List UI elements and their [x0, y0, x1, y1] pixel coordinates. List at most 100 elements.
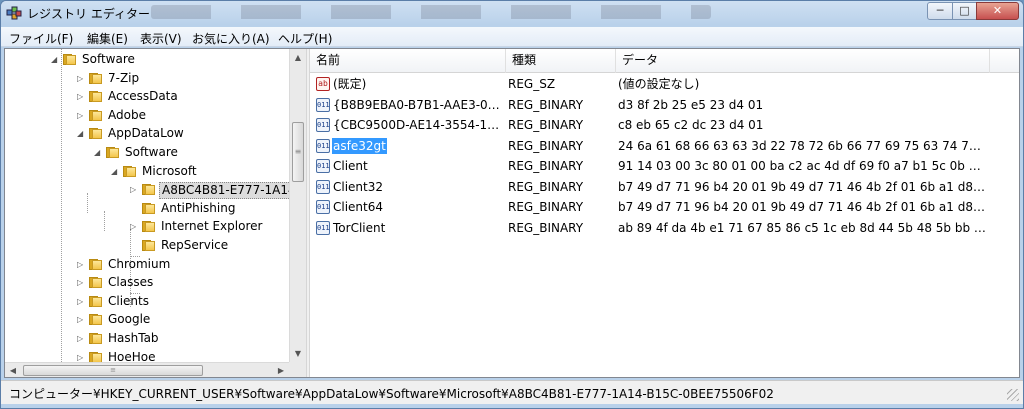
status-bar: コンピューター¥HKEY_CURRENT_USER¥Software¥AppDa… — [1, 380, 1023, 404]
expand-triangle-icon[interactable]: ▷ — [77, 93, 85, 101]
scroll-left-arrow-icon[interactable]: ◀ — [5, 363, 21, 377]
vertical-scroll-thumb[interactable]: ≡ — [292, 122, 304, 182]
folder-icon — [141, 201, 157, 215]
binary-value-icon: 011 — [316, 118, 330, 132]
collapse-triangle-icon[interactable]: ◢ — [94, 149, 102, 157]
collapse-triangle-icon[interactable]: ◢ — [51, 56, 59, 64]
expand-triangle-icon[interactable]: ▷ — [77, 260, 85, 269]
expand-triangle-icon — [130, 205, 138, 213]
expand-triangle-icon[interactable]: ▷ — [77, 353, 85, 362]
collapse-triangle-icon[interactable]: ◢ — [111, 167, 119, 176]
menu-favorites[interactable]: お気に入り(A) — [192, 30, 270, 47]
background-window-ghost — [151, 5, 711, 19]
editor-client-area: ◢ Software ▷ 7-Zip ▷ AccessData ▷ Adobe ◢ AppData… — [4, 48, 1020, 378]
value-type: REG_BINARY — [508, 179, 584, 194]
value-type: REG_BINARY — [508, 138, 584, 153]
folder-icon — [141, 219, 157, 233]
folder-icon — [62, 52, 78, 66]
list-header: 名前 種類 データ — [310, 49, 1019, 73]
tree-item-label: HoeHoe — [108, 349, 156, 362]
resize-grip-icon[interactable] — [1007, 389, 1019, 401]
expand-triangle-icon — [130, 242, 138, 250]
minimize-button[interactable]: ─ — [927, 2, 953, 20]
registry-editor-window: レジストリ エディター ─ □ ✕ ファイル(F) 編集(E) 表示(V) お気… — [0, 0, 1024, 409]
scroll-down-arrow-icon[interactable]: ▼ — [290, 345, 306, 362]
value-data: b7 49 d7 71 96 b4 20 01 9b 49 d7 71 46 4… — [618, 179, 988, 194]
tree-item-label: A8BC4B81-E777-1A14-B — [159, 182, 289, 200]
binary-value-icon: 011 — [316, 220, 330, 235]
folder-icon — [88, 89, 104, 103]
menu-bar: ファイル(F) 編集(E) 表示(V) お気に入り(A) ヘルプ(H) — [1, 27, 1023, 47]
menu-view[interactable]: 表示(V) — [140, 30, 182, 47]
tree-item-label: Clients — [108, 293, 149, 308]
close-button[interactable]: ✕ — [976, 2, 1019, 20]
value-name: Client32 — [333, 179, 384, 194]
expand-triangle-icon[interactable]: ▷ — [130, 223, 138, 231]
column-header-data[interactable]: データ — [616, 49, 990, 73]
value-name: Client64 — [333, 200, 384, 214]
tree-item-label: Microsoft — [142, 163, 197, 178]
value-type: REG_BINARY — [508, 97, 584, 112]
tree-horizontal-scrollbar[interactable]: ◀ ≡ ▶ — [5, 362, 289, 377]
folder-icon — [105, 145, 121, 159]
tree-item-label: HashTab — [108, 331, 159, 345]
value-row[interactable]: 011 {B8B9EBA0-B7B1-AAE3-016... REG_BINARY d… — [310, 95, 1019, 115]
key-tree-pane: ◢ Software ▷ 7-Zip ▷ AccessData ▷ Adobe ◢ AppData… — [5, 49, 306, 377]
folder-icon — [88, 294, 104, 308]
value-data: c8 eb 65 c2 dc 23 d4 01 — [618, 118, 764, 132]
value-data: d3 8f 2b 25 e5 23 d4 01 — [618, 97, 764, 112]
title-bar[interactable]: レジストリ エディター ─ □ ✕ — [1, 1, 1023, 25]
value-data: b7 49 d7 71 96 b4 20 01 9b 49 d7 71 46 4… — [618, 200, 988, 214]
expand-triangle-icon[interactable]: ▷ — [77, 279, 85, 287]
value-row[interactable]: 011 Client64 REG_BINARY b7 49 d7 71 96 b4 2… — [310, 197, 1019, 217]
expand-triangle-icon[interactable]: ▷ — [77, 111, 85, 120]
value-type: REG_BINARY — [508, 118, 584, 132]
value-data: 91 14 03 00 3c 80 01 00 ba c2 ac 4d df 6… — [618, 159, 988, 173]
expand-triangle-icon[interactable]: ▷ — [77, 316, 85, 324]
expand-triangle-icon[interactable]: ▷ — [77, 297, 85, 306]
column-header-type[interactable]: 種類 — [506, 49, 616, 73]
maximize-button[interactable]: □ — [952, 2, 977, 20]
folder-icon — [88, 108, 104, 122]
binary-value-icon: 011 — [316, 200, 330, 214]
scroll-right-arrow-icon[interactable]: ▶ — [273, 363, 289, 377]
expand-triangle-icon[interactable]: ▷ — [77, 74, 85, 83]
expand-triangle-icon[interactable]: ▷ — [77, 335, 85, 343]
tree-guide-line — [104, 211, 105, 231]
values-list-pane: 名前 種類 データ ab (既定) REG_SZ (値の設定なし) 011 {B8B9EB… — [310, 49, 1019, 377]
window-title: レジストリ エディター — [27, 7, 150, 21]
binary-value-icon: 011 — [316, 179, 330, 194]
scrollbar-corner — [289, 362, 306, 377]
collapse-triangle-icon[interactable]: ◢ — [77, 130, 85, 138]
folder-icon — [88, 126, 104, 140]
value-row[interactable]: 011 asfe32gt REG_BINARY 24 6a 61 68 66 63 6… — [310, 136, 1019, 156]
value-row[interactable]: 011 TorClient REG_BINARY ab 89 4f da 4b e1 … — [310, 218, 1019, 238]
key-tree[interactable]: ◢ Software ▷ 7-Zip ▷ AccessData ▷ Adobe ◢ AppData… — [5, 49, 289, 362]
value-row[interactable]: 011 Client REG_BINARY 91 14 03 00 3c 80 01 … — [310, 156, 1019, 176]
value-row[interactable]: ab (既定) REG_SZ (値の設定なし) — [310, 74, 1019, 94]
registry-editor-icon — [6, 6, 22, 20]
value-row[interactable]: 011 {CBC9500D-AE14-3554-102F... REG_BINARY… — [310, 115, 1019, 135]
binary-value-icon: 011 — [316, 159, 330, 173]
tree-item-label: RepService — [161, 238, 229, 252]
menu-help[interactable]: ヘルプ(H) — [278, 30, 332, 47]
folder-icon — [88, 71, 104, 85]
value-name: {CBC9500D-AE14-3554-102F... — [333, 118, 506, 132]
tree-item-label: Software — [125, 145, 178, 159]
tree-item-label: Google — [108, 312, 151, 327]
tree-item-label: AccessData — [108, 89, 178, 104]
menu-file[interactable]: ファイル(F) — [9, 30, 73, 47]
scroll-up-arrow-icon[interactable]: ▲ — [290, 49, 306, 66]
column-header-name[interactable]: 名前 — [310, 49, 506, 73]
menu-edit[interactable]: 編集(E) — [87, 30, 128, 47]
tree-vertical-scrollbar[interactable]: ▲ ≡ ▼ — [289, 49, 306, 362]
tree-item-label: 7-Zip — [108, 70, 140, 85]
value-name: TorClient — [333, 220, 386, 235]
value-row[interactable]: 011 Client32 REG_BINARY b7 49 d7 71 96 b4 2… — [310, 177, 1019, 197]
horizontal-scroll-thumb[interactable]: ≡ — [23, 365, 203, 376]
folder-icon — [88, 312, 104, 326]
value-data: ab 89 4f da 4b e1 71 67 85 86 c5 1c eb 8… — [618, 220, 988, 235]
value-name: asfe32gt — [332, 137, 387, 154]
expand-triangle-icon[interactable]: ▷ — [130, 186, 138, 194]
value-name: {B8B9EBA0-B7B1-AAE3-016... — [333, 97, 506, 112]
